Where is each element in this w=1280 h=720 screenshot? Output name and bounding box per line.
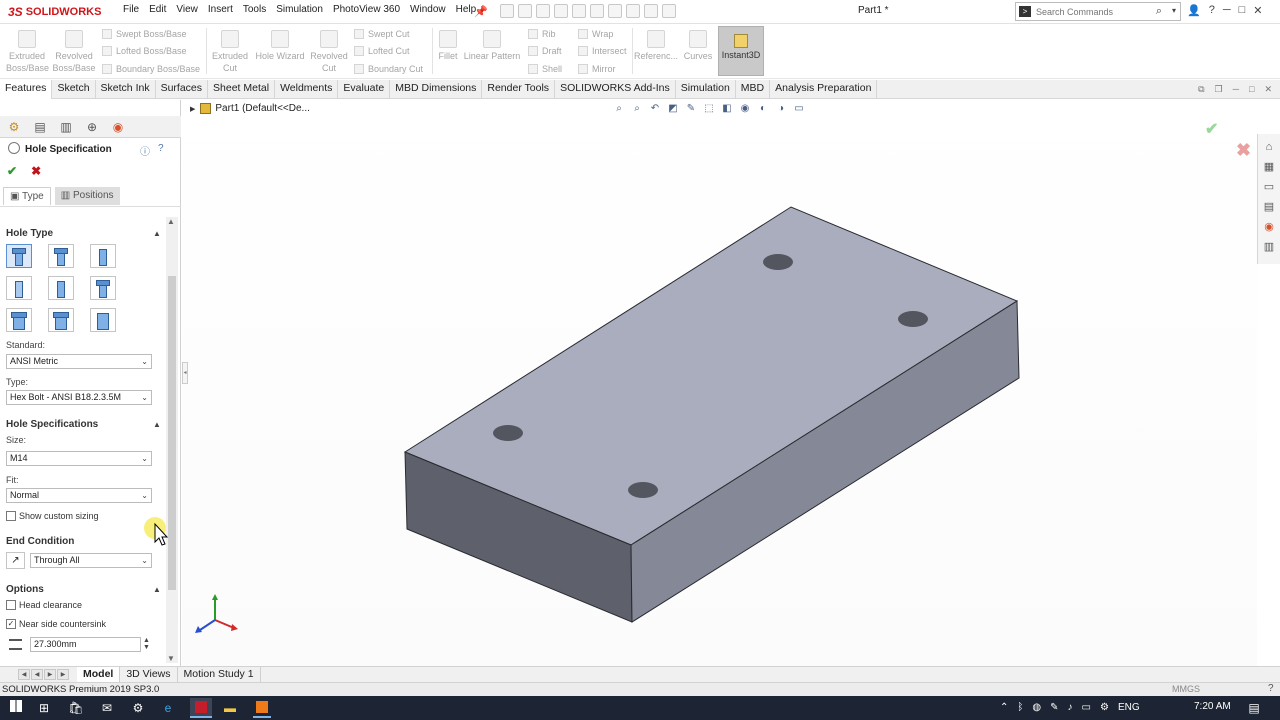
- solidworks-taskbar-icon[interactable]: [190, 698, 212, 718]
- hole-1[interactable]: [763, 254, 793, 270]
- app-taskbar-icon[interactable]: [253, 698, 271, 718]
- version-text: SOLIDWORKS Premium 2019 SP3.0: [2, 684, 160, 695]
- task-view-icon[interactable]: ⊞: [36, 700, 52, 716]
- task-pane: ⌂ ▦ ▭ ▤ ◉ ▥: [1257, 134, 1280, 264]
- show-hidden-icon[interactable]: ⌃: [1000, 700, 1008, 716]
- notifications-icon[interactable]: ▤: [1246, 700, 1262, 716]
- bluetooth-icon[interactable]: ᛒ: [1017, 700, 1023, 716]
- tab-3d-views[interactable]: 3D Views: [120, 667, 178, 683]
- settings-icon[interactable]: ⚙: [130, 700, 146, 716]
- model-tabs: Model 3D Views Motion Study 1: [77, 667, 261, 683]
- file-explorer-icon[interactable]: ▬: [222, 700, 238, 716]
- file-explorer-icon[interactable]: ▭: [1262, 180, 1276, 194]
- last-tab-icon[interactable]: ▶: [57, 669, 69, 680]
- hole-4[interactable]: [628, 482, 658, 498]
- unit-system[interactable]: MMGS: [1172, 684, 1200, 694]
- bluetooth-device-icon[interactable]: ⚙: [1100, 700, 1109, 716]
- solidworks-app-icon: [195, 701, 207, 713]
- windows-logo-icon: [10, 700, 22, 712]
- status-bar: SOLIDWORKS Premium 2019 SP3.0 MMGS ?: [0, 682, 1280, 696]
- system-tray: ⌃ ᛒ ◍ ✎ ♪ ▭ ⚙ ENG: [1000, 700, 1140, 716]
- store-icon[interactable]: 🛍: [68, 700, 84, 716]
- clock[interactable]: 7:20 AM: [1194, 701, 1231, 712]
- battery-icon[interactable]: ▭: [1082, 700, 1091, 716]
- tab-motion-study[interactable]: Motion Study 1: [178, 667, 261, 683]
- solidworks-resources-icon[interactable]: ⌂: [1262, 140, 1276, 154]
- model-tabs-bar: ◀ ◀ ▶ ▶ Model 3D Views Motion Study 1: [0, 666, 1280, 683]
- appearances-icon[interactable]: ◉: [1262, 220, 1276, 234]
- start-button[interactable]: [8, 700, 24, 716]
- tab-nav-arrows: ◀ ◀ ▶ ▶: [18, 669, 69, 680]
- mouse-cursor-icon: [144, 517, 169, 546]
- hole-2[interactable]: [898, 311, 928, 327]
- custom-properties-icon[interactable]: ▥: [1262, 240, 1276, 254]
- reference-triad-icon: [195, 594, 238, 633]
- volume-icon[interactable]: ♪: [1068, 700, 1073, 716]
- language-indicator[interactable]: ENG: [1118, 700, 1140, 716]
- status-help-icon[interactable]: ?: [1268, 683, 1274, 694]
- design-library-icon[interactable]: ▦: [1262, 160, 1276, 174]
- edge-icon[interactable]: e: [160, 700, 176, 716]
- next-tab-icon[interactable]: ▶: [44, 669, 56, 680]
- hole-3[interactable]: [493, 425, 523, 441]
- pen-icon[interactable]: ✎: [1050, 700, 1058, 716]
- view-palette-icon[interactable]: ▤: [1262, 200, 1276, 214]
- mail-icon[interactable]: ✉: [99, 700, 115, 716]
- tab-model[interactable]: Model: [77, 667, 121, 683]
- network-icon[interactable]: ◍: [1032, 700, 1041, 716]
- prev-tab-icon[interactable]: ◀: [31, 669, 43, 680]
- windows-taskbar: ⊞ 🛍 ✉ ⚙ e ▬ ⌃ ᛒ ◍ ✎ ♪ ▭ ⚙ ENG 7:20 AM ▤: [0, 696, 1280, 720]
- first-tab-icon[interactable]: ◀: [18, 669, 30, 680]
- orange-app-icon: [256, 701, 268, 713]
